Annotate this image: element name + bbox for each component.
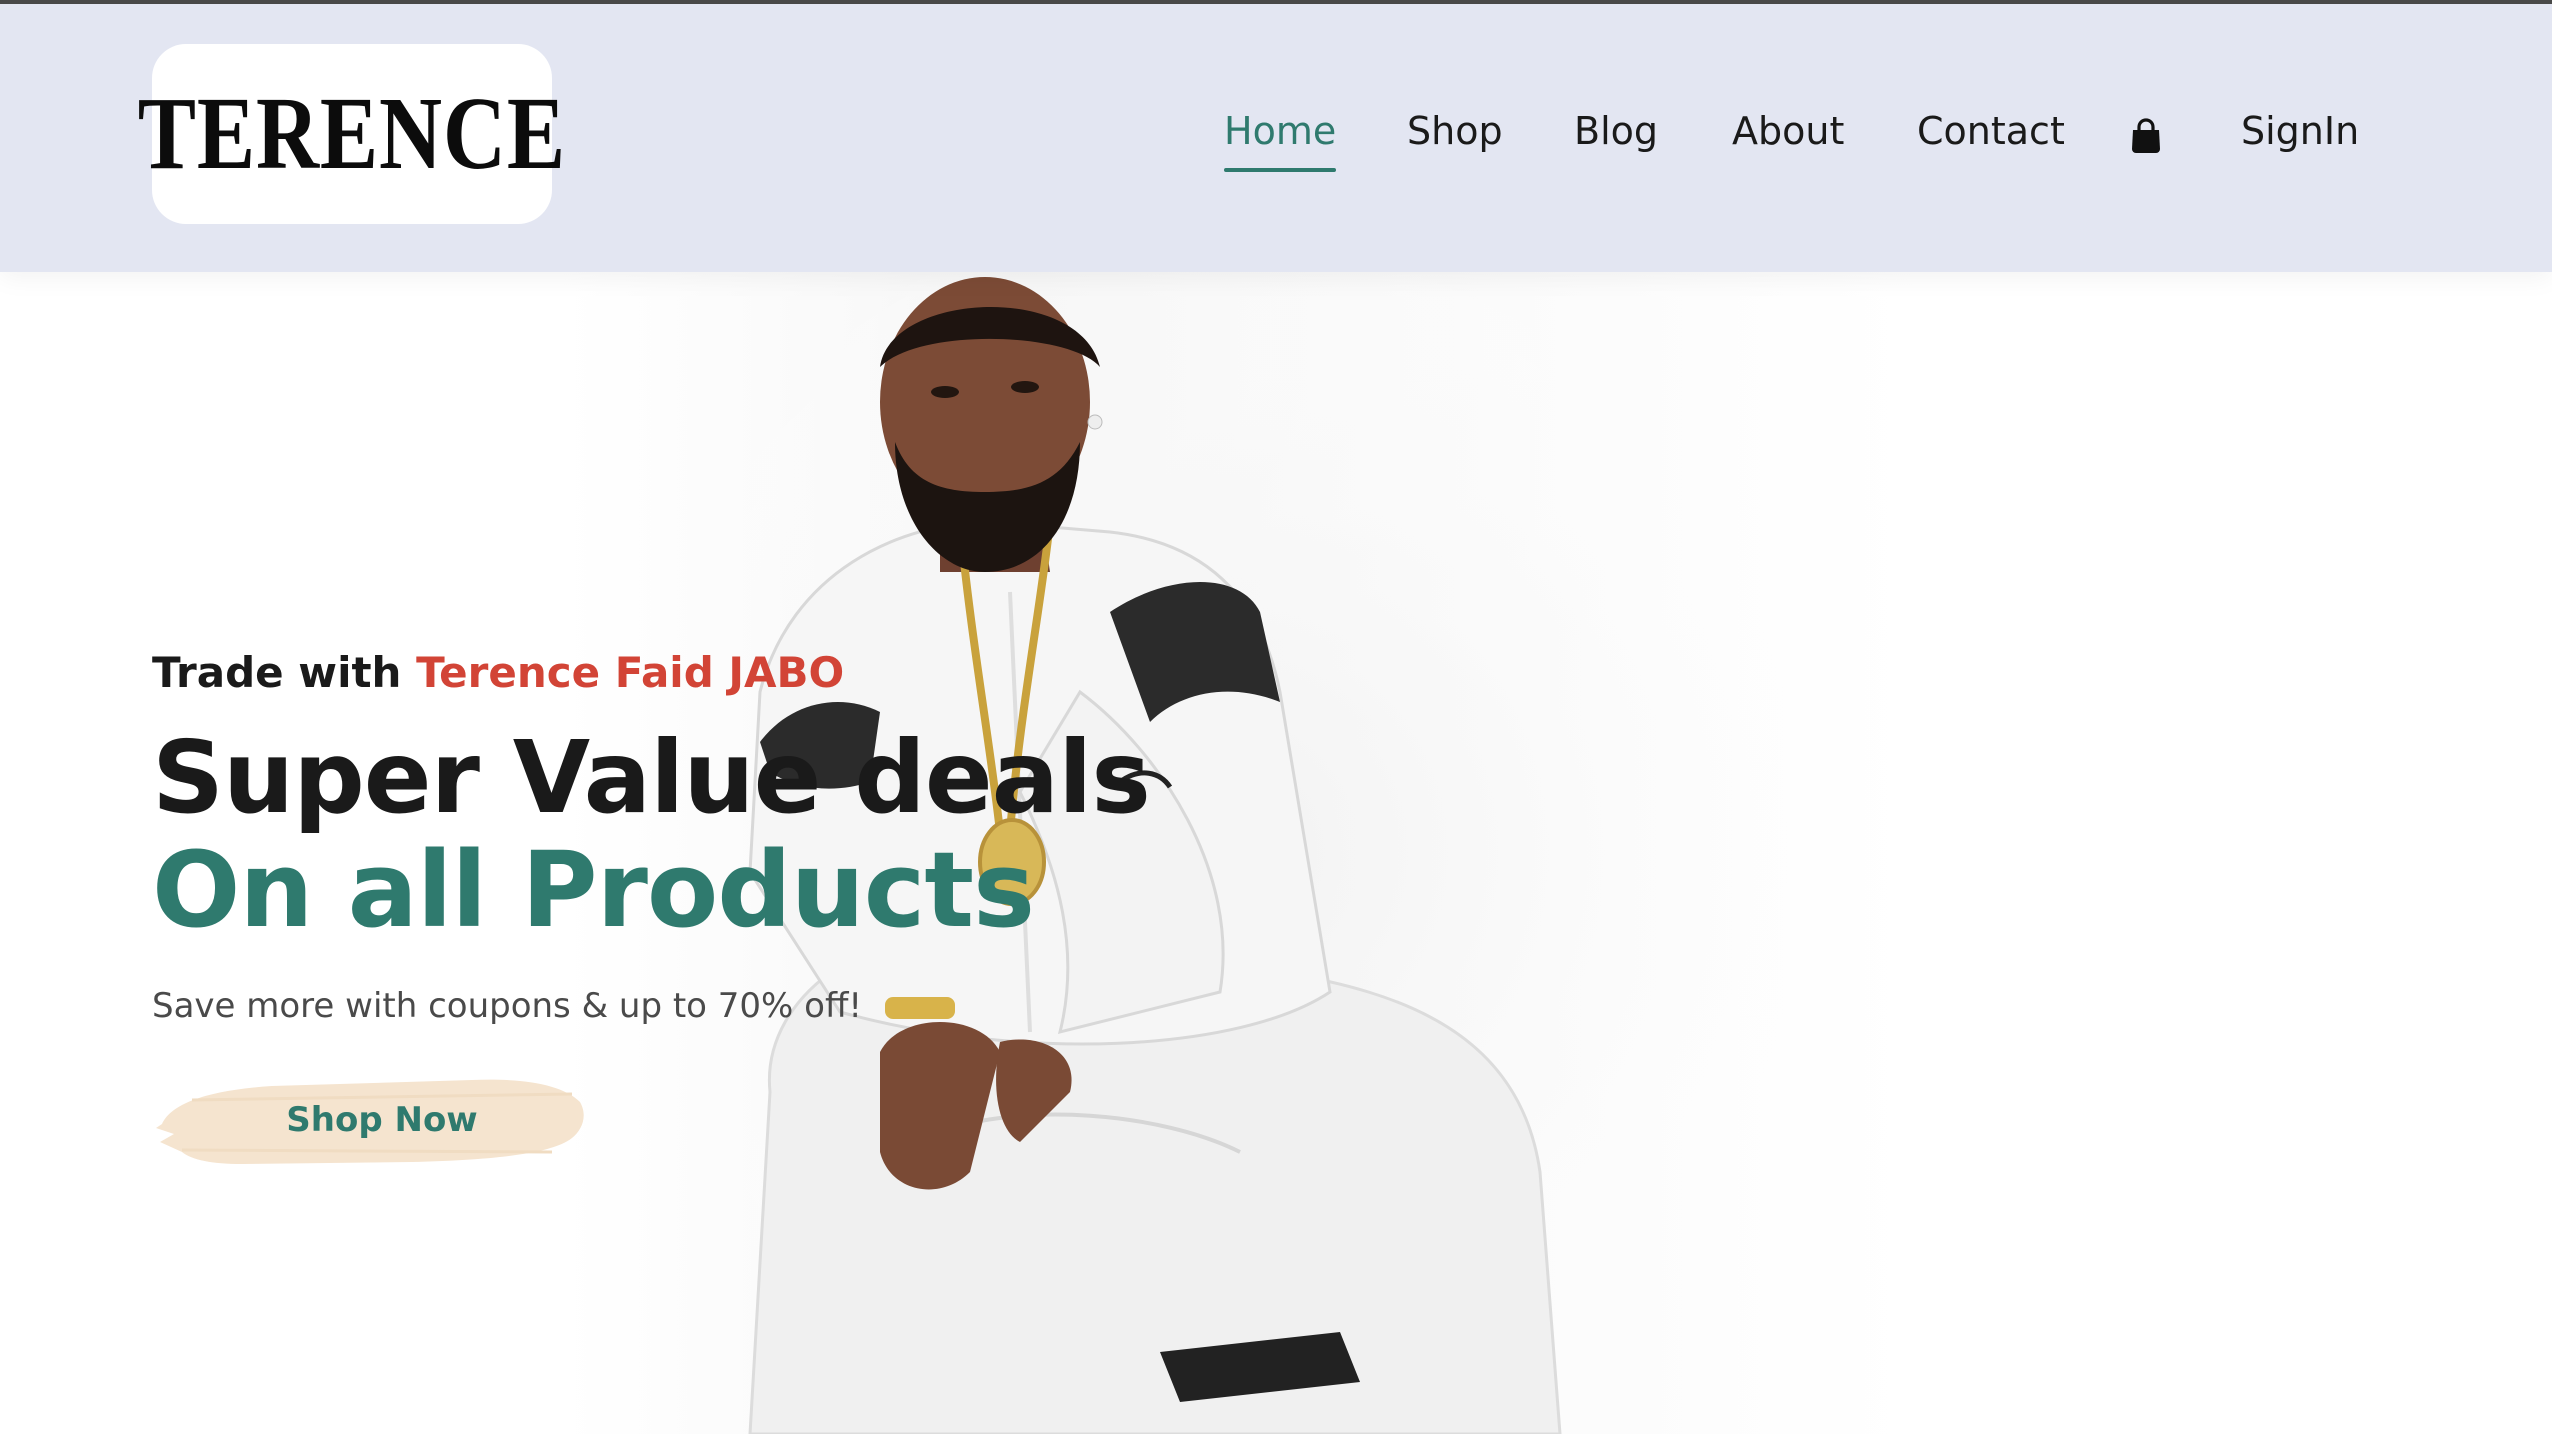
eyebrow-name: Terence Faid JABO <box>416 648 845 697</box>
signin-label: SignIn <box>2241 109 2360 153</box>
active-nav-underline <box>1224 168 1337 172</box>
shopping-bag-icon[interactable] <box>2130 118 2162 154</box>
nav-shop[interactable]: Shop <box>1407 112 1503 150</box>
nav-about-label: About <box>1732 109 1845 153</box>
hero-headline-line2: On all Products <box>152 829 1035 951</box>
hero-section: Trade with Terence Faid JABO Super Value… <box>0 272 2552 1434</box>
nav-blog-label: Blog <box>1574 109 1658 153</box>
nav-shop-label: Shop <box>1407 109 1503 153</box>
page: TERENCE Home Shop Blog About Contact Sig… <box>0 0 2552 1434</box>
site-header: TERENCE Home Shop Blog About Contact Sig… <box>0 4 2552 272</box>
hero-subtext: Save more with coupons & up to 70% off! <box>152 986 863 1027</box>
signin-link[interactable]: SignIn <box>2241 112 2359 150</box>
shop-now-button[interactable]: Shop Now <box>152 1072 592 1168</box>
hero-headline-line1: Super Value deals <box>152 719 1151 836</box>
hero-eyebrow: Trade with Terence Faid JABO <box>152 652 1150 694</box>
hero-copy: Trade with Terence Faid JABO Super Value… <box>152 652 1151 1168</box>
nav-contact[interactable]: Contact <box>1917 112 2065 150</box>
nav-about[interactable]: About <box>1732 112 1844 150</box>
nav-contact-label: Contact <box>1917 109 2065 153</box>
nav-home-label: Home <box>1224 109 1337 153</box>
nav-blog[interactable]: Blog <box>1574 112 1658 150</box>
main-nav: Home Shop Blog About Contact SignIn <box>0 4 2552 272</box>
eyebrow-prefix: Trade with <box>152 648 417 697</box>
nav-home[interactable]: Home <box>1224 109 1337 172</box>
shop-now-label: Shop Now <box>286 1100 478 1141</box>
